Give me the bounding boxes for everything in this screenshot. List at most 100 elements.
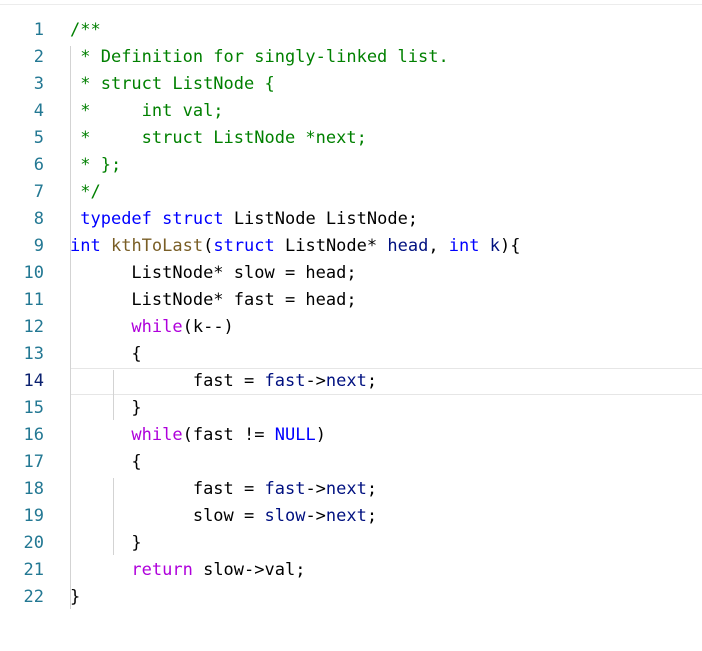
line-number: 8 <box>33 209 44 229</box>
code-token: * Definition for singly-linked list. <box>80 47 449 67</box>
line-number: 17 <box>23 452 44 472</box>
line-number: 1 <box>33 20 44 40</box>
line-code: while(fast != NULL) <box>70 422 326 449</box>
code-line[interactable]: 1 /** <box>0 17 702 44</box>
line-number: 2 <box>33 47 44 67</box>
code-token: fast <box>264 479 306 499</box>
line-number: 11 <box>23 290 44 310</box>
line-number: 15 <box>23 398 44 418</box>
code-line[interactable]: 21 return slow->val; <box>0 557 702 584</box>
code-token: ListNode ListNode; <box>223 209 419 229</box>
code-line[interactable]: 6 * }; <box>0 152 702 179</box>
code-line[interactable]: 13 { <box>0 341 702 368</box>
code-token: while <box>131 425 183 445</box>
code-token: ListNode* slow = head; <box>131 263 357 283</box>
line-number: 9 <box>33 236 44 256</box>
line-code: ListNode* slow = head; <box>70 260 357 287</box>
indent-guide <box>113 370 114 420</box>
line-code: fast = fast->next; <box>70 476 377 503</box>
code-line[interactable]: 12 while(k--) <box>0 314 702 341</box>
line-code: int kthToLast(struct ListNode* head, int… <box>70 233 521 260</box>
line-number: 12 <box>23 317 44 337</box>
line-code: { <box>70 341 142 368</box>
code-token: k <box>489 236 501 256</box>
code-token: * }; <box>80 155 122 175</box>
line-number: 3 <box>33 74 44 94</box>
indent-guide <box>70 46 71 609</box>
code-line[interactable]: 3 * struct ListNode { <box>0 71 702 98</box>
code-line[interactable]: 11 ListNode* fast = head; <box>0 287 702 314</box>
code-token: * struct ListNode { <box>80 74 275 94</box>
code-line[interactable]: 19 slow = slow->next; <box>0 503 702 530</box>
line-number: 20 <box>23 533 44 553</box>
line-code: * int val; <box>70 98 224 125</box>
code-token: * int val; <box>80 101 224 121</box>
line-number: 5 <box>33 128 44 148</box>
code-token: int <box>70 236 101 256</box>
line-number: 14 <box>23 371 44 391</box>
code-token: fast <box>264 371 306 391</box>
line-number: 19 <box>23 506 44 526</box>
code-line[interactable]: 17 { <box>0 449 702 476</box>
code-token: ){ <box>500 236 521 256</box>
code-line[interactable]: 4 * int val; <box>0 98 702 125</box>
code-token: ; <box>366 479 378 499</box>
code-token: slow = <box>192 506 265 526</box>
line-number: 10 <box>23 263 44 283</box>
code-token: ListNode* fast = head; <box>131 290 357 310</box>
code-line[interactable]: 20 } <box>0 530 702 557</box>
code-line[interactable]: 8 typedef struct ListNode ListNode; <box>0 206 702 233</box>
line-code: * Definition for singly-linked list. <box>70 44 449 71</box>
code-line[interactable]: 18 fast = fast->next; <box>0 476 702 503</box>
code-line[interactable]: 7 */ <box>0 179 702 206</box>
code-token: fast = <box>192 479 265 499</box>
code-line[interactable]: 9 int kthToLast(struct ListNode* head, in… <box>0 233 702 260</box>
code-line[interactable]: 22} <box>0 584 702 611</box>
line-number: 18 <box>23 479 44 499</box>
line-code: * struct ListNode { <box>70 71 275 98</box>
code-token: slow->val; <box>192 560 306 580</box>
code-line[interactable]: 10 ListNode* slow = head; <box>0 260 702 287</box>
code-line[interactable]: 2 * Definition for singly-linked list. <box>0 44 702 71</box>
code-token: */ <box>80 182 101 202</box>
code-line[interactable]: 14 fast = fast->next; <box>0 368 702 395</box>
code-token: /** <box>70 20 101 40</box>
code-token: (k--) <box>182 317 234 337</box>
code-token: next <box>325 371 367 391</box>
code-line[interactable]: 5 * struct ListNode *next; <box>0 125 702 152</box>
code-token: typedef <box>80 209 152 229</box>
line-code: return slow->val; <box>70 557 305 584</box>
code-token: (fast != <box>182 425 275 445</box>
line-number: 4 <box>33 101 44 121</box>
line-code: * struct ListNode *next; <box>70 125 367 152</box>
line-code: } <box>70 530 142 557</box>
line-number: 7 <box>33 182 44 202</box>
code-token: } <box>131 533 142 553</box>
line-number: 16 <box>23 425 44 445</box>
line-code: typedef struct ListNode ListNode; <box>70 206 418 233</box>
code-token: { <box>131 344 142 364</box>
code-editor[interactable]: 1 /** 2 * Definition for singly-linked lis… <box>0 0 702 651</box>
code-token: -> <box>305 371 326 391</box>
code-token: NULL <box>274 425 316 445</box>
line-code: { <box>70 449 141 476</box>
code-token: while <box>131 317 183 337</box>
code-line[interactable]: 15 } <box>0 395 702 422</box>
line-number: 21 <box>23 560 44 580</box>
code-line[interactable]: 16 while(fast != NULL) <box>0 422 702 449</box>
line-code: /** <box>70 17 101 44</box>
